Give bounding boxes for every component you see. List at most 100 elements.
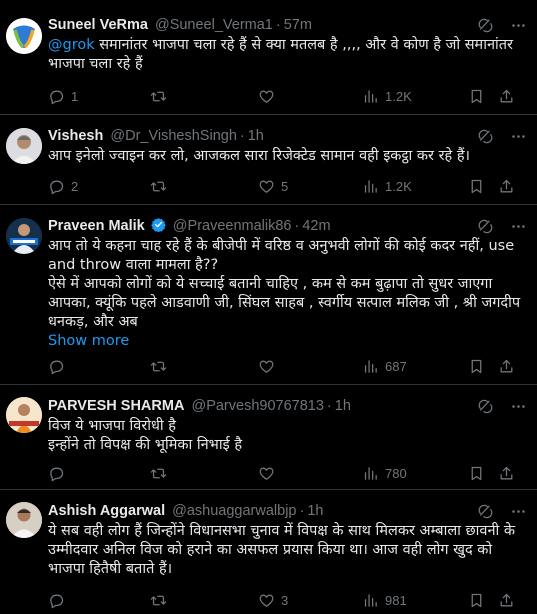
tweet[interactable]: Vishesh @Dr_VisheshSingh · 1h आप इनेलो ज्व…: [0, 115, 537, 205]
bookmark-icon: [468, 465, 485, 482]
author-handle[interactable]: @ashuaggarwalbjp: [172, 503, 296, 519]
views-button[interactable]: 687: [362, 356, 407, 376]
tweet[interactable]: Suneel VeRma @Suneel_Verma1 · 57m @grok सम…: [0, 0, 537, 115]
repost-button[interactable]: [150, 463, 173, 483]
grok-icon[interactable]: [477, 398, 494, 415]
avatar-photo: [6, 128, 42, 164]
avatar[interactable]: [6, 18, 42, 54]
avatar-photo: [6, 502, 42, 538]
like-count: 3: [281, 592, 289, 608]
more-icon[interactable]: [510, 398, 527, 415]
more-icon[interactable]: [510, 218, 527, 235]
like-button[interactable]: [258, 356, 281, 376]
author-name[interactable]: Praveen Malik: [48, 218, 145, 234]
author-handle[interactable]: @Parvesh90767813: [191, 398, 323, 414]
views-icon: [362, 592, 379, 609]
like-icon: [258, 88, 275, 105]
grok-icon[interactable]: [477, 17, 494, 34]
repost-button[interactable]: [150, 590, 173, 610]
share-button[interactable]: [498, 590, 515, 610]
author-name[interactable]: Suneel VeRma: [48, 17, 148, 33]
timestamp[interactable]: 1h: [335, 398, 351, 414]
tweet-text: @grok समानांतर भाजपा चला रहे हैं से क्या…: [48, 36, 527, 74]
avatar[interactable]: [6, 502, 42, 538]
separator-dot: ·: [326, 398, 332, 414]
like-button[interactable]: 5: [258, 176, 288, 196]
repost-button[interactable]: [150, 86, 173, 106]
more-icon[interactable]: [510, 503, 527, 520]
reply-button[interactable]: 2: [48, 176, 78, 196]
like-icon: [258, 592, 275, 609]
like-button[interactable]: 3: [258, 590, 288, 610]
separator-dot: ·: [299, 503, 305, 519]
share-icon: [498, 592, 515, 609]
avatar[interactable]: [6, 128, 42, 164]
like-icon: [258, 358, 275, 375]
bookmark-icon: [468, 592, 485, 609]
like-button[interactable]: [258, 86, 281, 106]
views-button[interactable]: 981: [362, 590, 407, 610]
author-handle[interactable]: @Praveenmalik86: [173, 218, 292, 234]
repost-button[interactable]: [150, 356, 173, 376]
bookmark-button[interactable]: [468, 590, 485, 610]
timestamp[interactable]: 1h: [248, 128, 264, 144]
author-name[interactable]: Vishesh: [48, 128, 103, 144]
reply-button[interactable]: [48, 356, 71, 376]
mention-link[interactable]: @grok: [48, 37, 95, 53]
grok-icon[interactable]: [477, 128, 494, 145]
more-icon[interactable]: [510, 128, 527, 145]
share-icon: [498, 88, 515, 105]
share-button[interactable]: [498, 356, 515, 376]
tweet[interactable]: Praveen Malik @Praveenmalik86 · 42m आप तो …: [0, 205, 537, 385]
like-icon: [258, 178, 275, 195]
bookmark-button[interactable]: [468, 86, 485, 106]
share-button[interactable]: [498, 86, 515, 106]
grok-icon[interactable]: [477, 218, 494, 235]
share-button[interactable]: [498, 176, 515, 196]
like-count: 5: [281, 178, 289, 194]
avatar[interactable]: [6, 397, 42, 433]
author-name[interactable]: Ashish Aggarwal: [48, 503, 165, 519]
grok-icon[interactable]: [477, 503, 494, 520]
repost-icon: [150, 592, 167, 609]
timestamp[interactable]: 1h: [307, 503, 323, 519]
views-button[interactable]: 1.2K: [362, 176, 412, 196]
tweet-text: विज ये भाजपा विरोधी है इन्होंने तो विपक्…: [48, 417, 527, 455]
bookmark-button[interactable]: [468, 463, 485, 483]
tweet-text-paragraph: विज ये भाजपा विरोधी है: [48, 418, 176, 434]
like-button[interactable]: [258, 463, 281, 483]
reply-count: 1: [71, 88, 79, 104]
timestamp[interactable]: 57m: [284, 17, 312, 33]
like-icon: [258, 465, 275, 482]
tweet[interactable]: Ashish Aggarwal @ashuaggarwalbjp · 1h ये स…: [0, 490, 537, 614]
author-handle[interactable]: @Dr_VisheshSingh: [110, 128, 237, 144]
bookmark-button[interactable]: [468, 176, 485, 196]
reply-icon: [48, 88, 65, 105]
more-icon[interactable]: [510, 17, 527, 34]
reply-button[interactable]: 1: [48, 86, 78, 106]
bookmark-icon: [468, 88, 485, 105]
views-icon: [362, 178, 379, 195]
bookmark-button[interactable]: [468, 356, 485, 376]
author-handle[interactable]: @Suneel_Verma1: [155, 17, 273, 33]
views-count: 1.2K: [385, 88, 412, 104]
author-name[interactable]: PARVESH SHARMA: [48, 398, 184, 414]
repost-button[interactable]: [150, 176, 173, 196]
show-more-link[interactable]: Show more: [48, 332, 527, 351]
tweet[interactable]: PARVESH SHARMA @Parvesh90767813 · 1h विज य…: [0, 385, 537, 490]
timestamp[interactable]: 42m: [302, 218, 330, 234]
verified-badge-icon[interactable]: [151, 217, 166, 232]
reply-icon: [48, 465, 65, 482]
reply-button[interactable]: [48, 590, 71, 610]
separator-dot: ·: [239, 128, 245, 144]
avatar-photo: [6, 397, 42, 433]
tweet-text: आप तो ये कहना चाह रहे हैं के बीजेपी में …: [48, 237, 527, 351]
tweet-text-content: समानांतर भाजपा चला रहे हैं से क्या मतलब …: [48, 37, 513, 72]
views-button[interactable]: 1.2K: [362, 86, 412, 106]
avatar[interactable]: [6, 218, 42, 254]
reply-button[interactable]: [48, 463, 71, 483]
separator-dot: ·: [275, 17, 281, 33]
share-button[interactable]: [498, 463, 515, 483]
bookmark-icon: [468, 178, 485, 195]
views-button[interactable]: 780: [362, 463, 407, 483]
